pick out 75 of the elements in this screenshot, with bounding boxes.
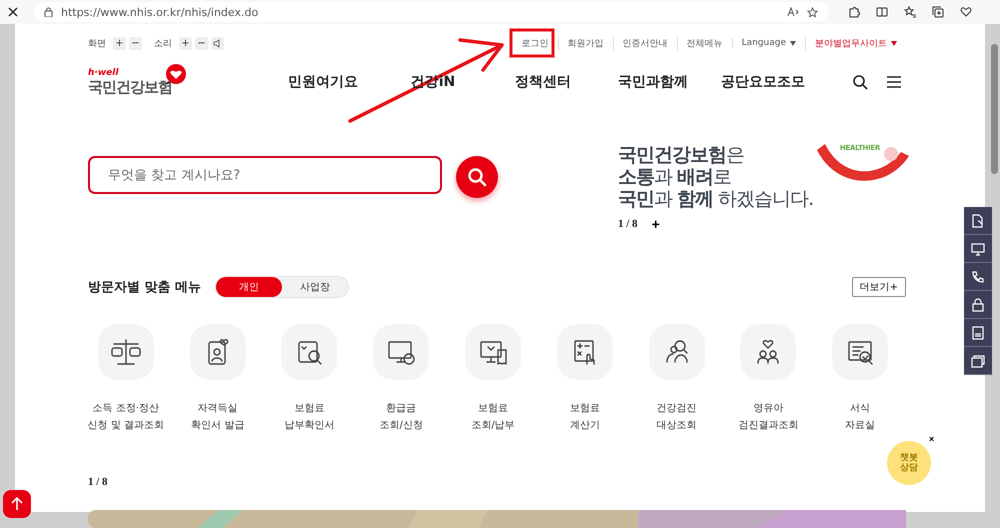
menu-item[interactable]: 보험료 계산기 (538, 324, 631, 434)
phone-icon (970, 268, 986, 284)
top-link[interactable]: 회원가입 (558, 36, 613, 50)
nav-item[interactable]: 국민과함께 (598, 73, 708, 91)
screen-label: 화면 (88, 38, 106, 50)
heart-icon[interactable] (960, 6, 972, 18)
volume-button[interactable]: + (179, 36, 192, 50)
windows-icon (970, 352, 986, 368)
star-icon[interactable] (807, 6, 818, 18)
top-link[interactable]: 로그인 (512, 36, 558, 50)
menu-item[interactable]: 소득 조정·정산 신청 및 결과조회 (80, 324, 172, 434)
menu-item[interactable]: 자격득실 확인서 발급 (172, 324, 264, 434)
slide-counter: 1 / 8 (88, 476, 109, 488)
puzzle-icon[interactable] (848, 6, 860, 18)
banner-text: 국민과 함께 하겠습니다. (618, 188, 814, 210)
url-text: https://www.nhis.or.kr/nhis/index.do (61, 6, 258, 18)
search-icon (467, 167, 487, 187)
visitor-tab[interactable]: 개인 (216, 277, 282, 297)
monitor-receipt-icon (465, 324, 522, 380)
lock-icon (970, 296, 986, 312)
note-icon (970, 324, 986, 340)
nav-item[interactable]: 민원여기요 (268, 73, 378, 91)
scale-icon (98, 324, 154, 380)
language-link[interactable]: Language (732, 38, 805, 48)
top-link[interactable]: 전체메뉴 (676, 36, 732, 50)
nav-item[interactable]: 정책센터 (488, 73, 598, 91)
menu-item[interactable]: 영유아 검진결과조회 (722, 324, 814, 434)
menu-item[interactable]: 건강검진 대상조회 (630, 324, 722, 434)
highlight-box (510, 28, 554, 58)
slide-more-button[interactable]: + (652, 218, 660, 230)
document-search-icon (281, 324, 338, 380)
collections-icon[interactable] (932, 6, 944, 18)
calculator-icon (556, 324, 613, 380)
scroll-top-button[interactable] (3, 490, 31, 518)
scrollbar[interactable] (991, 44, 998, 174)
more-button[interactable]: 더보기+ (852, 277, 906, 297)
menu-item[interactable]: 보험료 납부확인서 (264, 324, 356, 434)
id-card-icon (190, 324, 246, 380)
people-search-icon (648, 324, 705, 380)
volume-button[interactable]: − (195, 36, 208, 50)
chatbot-close-button[interactable]: × (929, 434, 934, 444)
menu-item[interactable]: 환급금 조회/신청 (355, 324, 448, 434)
document-check-icon (832, 324, 888, 380)
zoom-button[interactable]: + (113, 36, 126, 50)
family-icon (740, 324, 796, 380)
banner-text: 국민건강보험은 (618, 144, 744, 166)
arrow-up-icon (11, 497, 23, 511)
search-field[interactable]: 무엇을 찾고 계시나요? (88, 156, 442, 194)
caret-icon (790, 40, 796, 46)
logo-tagline: h·well (88, 68, 120, 78)
caret-icon (891, 40, 897, 46)
favorites-icon[interactable] (904, 6, 916, 18)
read-aloud-icon[interactable] (787, 7, 799, 17)
menu-item[interactable]: 보험료 조회/납부 (447, 324, 539, 434)
zoom-button[interactable]: − (129, 36, 142, 50)
split-screen-icon[interactable] (876, 6, 888, 18)
menu-icon[interactable] (886, 74, 902, 90)
address-bar[interactable]: https://www.nhis.or.kr/nhis/index.do (34, 2, 828, 22)
menu-item[interactable]: 서식 자료실 (814, 324, 906, 434)
slide-counter: 1 / 8 (618, 218, 638, 230)
banner-text: 소통과 배려로 (618, 166, 732, 188)
close-icon[interactable] (8, 7, 18, 17)
lock-icon (44, 7, 53, 17)
monitor-icon (373, 324, 430, 380)
speaker-icon[interactable] (211, 36, 224, 50)
logo-name[interactable]: 국민건강보험 (88, 78, 208, 96)
section-title: 방문자별 맞춤 메뉴 (88, 279, 202, 296)
sound-label: 소리 (154, 38, 172, 50)
nav-item[interactable]: 공단요모조모 (708, 73, 818, 91)
search-button[interactable] (456, 156, 498, 198)
visitor-tab[interactable]: 사업장 (282, 277, 348, 297)
top-link[interactable]: 인증서안내 (612, 36, 677, 50)
monitor-icon (970, 240, 986, 256)
site-link[interactable]: 분야별업무사이트 (805, 36, 906, 50)
search-icon[interactable] (852, 74, 868, 90)
